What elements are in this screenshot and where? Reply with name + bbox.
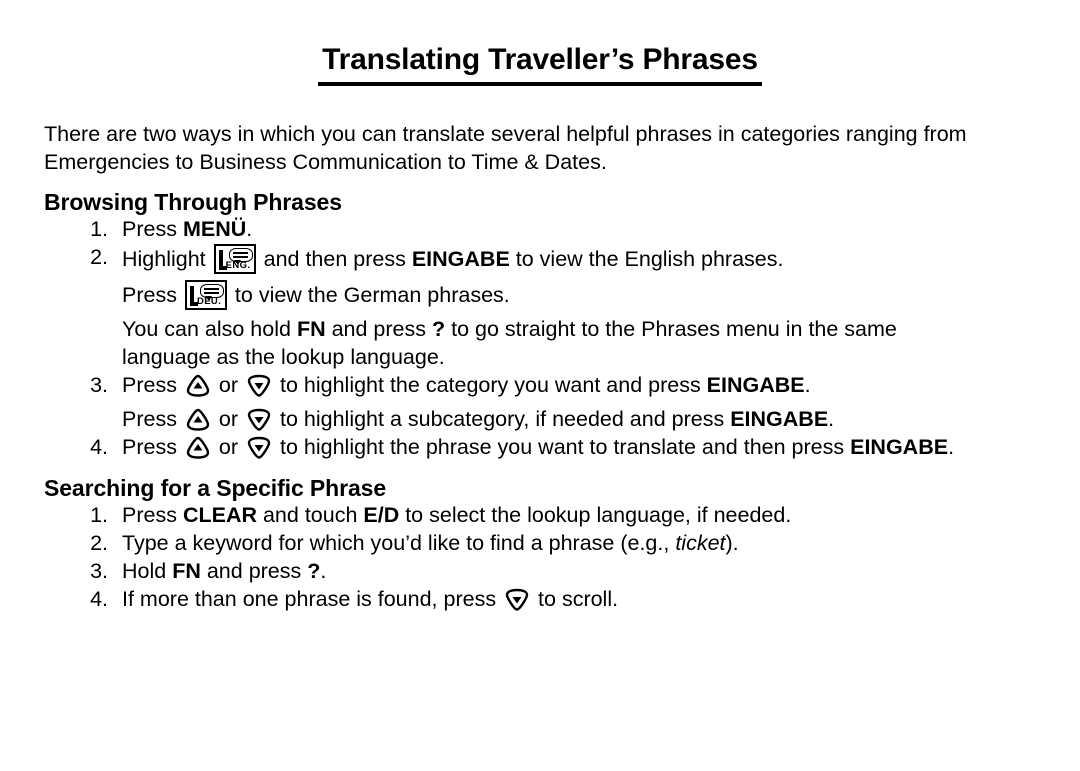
- step-list: 1. Press CLEAR and touch E/D to select th…: [0, 502, 1080, 614]
- text-run: to view the German phrases.: [228, 283, 510, 308]
- step-list: 1. Press MENÜ. 2. Highlight ENG. and then p…: [0, 216, 1080, 462]
- list-item: 3. Press or to highlight the category you…: [0, 372, 958, 434]
- key-icon-deu: DEU.: [184, 280, 227, 311]
- key-icon-eng: ENG.: [213, 244, 256, 275]
- text-run: Press: [122, 503, 183, 528]
- step-text: If more than one phrase is found, press …: [122, 586, 958, 614]
- text-run: Press: [122, 373, 183, 398]
- text-run: and then press: [257, 247, 412, 272]
- step-sub-text: Press or to highlight a subcategory, if …: [122, 406, 958, 434]
- list-item: 2. Highlight ENG. and then press EINGABE …: [0, 244, 958, 372]
- key-icon-label: DEU.: [196, 296, 222, 308]
- step-number: 2.: [90, 531, 108, 555]
- step-number: 4.: [90, 435, 108, 460]
- text-run: or: [212, 407, 245, 432]
- list-item: 4. If more than one phrase is found, pres…: [0, 586, 958, 614]
- page-title: Translating Traveller’s Phrases: [318, 44, 762, 86]
- step-text: Press or to highlight the phrase you wan…: [122, 434, 958, 462]
- text-run: If more than one phrase is found, press: [122, 586, 503, 611]
- text-run: to highlight the category you want and p…: [274, 373, 707, 398]
- text-run: .: [948, 435, 955, 460]
- emphasis-bold: MENÜ: [182, 217, 247, 242]
- text-run: Type a keyword for which you’d like to f…: [122, 531, 676, 555]
- key-icon-l-glyph: [218, 250, 227, 271]
- text-run: Press: [122, 283, 183, 308]
- step-number: 3.: [90, 558, 108, 583]
- emphasis-bold: FN: [296, 317, 326, 342]
- step-sub-text: You can also hold FN and press ? to go s…: [122, 316, 958, 372]
- list-item: 4. Press or to highlight the phrase you w…: [0, 434, 958, 462]
- document-page: Translating Traveller’s Phrases There ar…: [0, 0, 1080, 771]
- down-arrow-key-icon: [246, 436, 272, 459]
- step-text: Type a keyword for which you’d like to f…: [122, 530, 958, 558]
- text-run: .: [804, 373, 811, 398]
- step-sub-text: Press DEU. to view the German phrases.: [122, 280, 958, 311]
- down-arrow-key-icon: [246, 408, 272, 431]
- key-icon-l-glyph: [189, 286, 198, 307]
- text-run: .: [320, 558, 327, 583]
- step-number: 1.: [90, 217, 108, 242]
- step-number: 1.: [90, 503, 108, 528]
- title-container: Translating Traveller’s Phrases: [0, 0, 1080, 106]
- up-arrow-key-icon: [185, 374, 211, 397]
- text-run: and press: [325, 317, 432, 342]
- step-number: 4.: [90, 586, 108, 611]
- text-run: ).: [725, 531, 739, 555]
- section-heading: Browsing Through Phrases: [44, 189, 342, 216]
- text-run: to scroll.: [532, 586, 619, 611]
- text-run: or: [212, 373, 245, 398]
- text-run: Press: [122, 217, 183, 242]
- text-run: Highlight: [122, 247, 212, 272]
- text-run: You can also hold: [122, 317, 297, 342]
- down-arrow-key-icon: [504, 588, 530, 611]
- down-arrow-key-icon: [246, 374, 272, 397]
- emphasis-bold: ?: [307, 558, 321, 583]
- intro-paragraph: There are two ways in which you can tran…: [44, 121, 967, 175]
- step-number: 2.: [90, 245, 108, 270]
- up-arrow-key-icon: [185, 408, 211, 431]
- emphasis-bold: E/D: [363, 503, 400, 528]
- text-run: Hold: [122, 558, 173, 583]
- step-text: Hold FN and press ?.: [122, 558, 958, 586]
- key-icon-label: ENG.: [225, 260, 251, 272]
- text-run: to highlight the phrase you want to tran…: [274, 435, 851, 460]
- step-text: Highlight ENG. and then press EINGABE to…: [122, 244, 958, 275]
- text-run: .: [828, 407, 835, 432]
- step-text: Press or to highlight the category you w…: [122, 372, 958, 400]
- text-run: Press: [122, 407, 183, 432]
- emphasis-bold: CLEAR: [182, 503, 257, 528]
- list-item: 3. Hold FN and press ?.: [0, 558, 958, 586]
- emphasis-bold: EINGABE: [850, 435, 949, 460]
- text-run: .: [246, 217, 253, 242]
- text-run: Press: [122, 435, 183, 460]
- text-run: or: [212, 435, 245, 460]
- sections-container: Browsing Through Phrases 1. Press MENÜ. 2. H…: [0, 189, 1080, 613]
- emphasis-italic: ticket: [675, 531, 726, 555]
- text-run: to select the lookup language, if needed…: [399, 503, 792, 528]
- text-run: and press: [200, 558, 308, 583]
- emphasis-bold: FN: [172, 558, 201, 583]
- text-run: to view the English phrases.: [509, 247, 784, 272]
- list-item: 1. Press CLEAR and touch E/D to select th…: [0, 502, 958, 530]
- text-run: to highlight a subcategory, if needed an…: [274, 407, 731, 432]
- list-item: 1. Press MENÜ.: [0, 216, 958, 244]
- emphasis-bold: EINGABE: [411, 247, 510, 272]
- emphasis-bold: EINGABE: [730, 407, 829, 432]
- text-run: and touch: [257, 503, 364, 528]
- step-text: Press CLEAR and touch E/D to select the …: [122, 502, 958, 530]
- emphasis-bold: ?: [431, 317, 446, 342]
- emphasis-bold: EINGABE: [706, 373, 805, 398]
- list-item: 2. Type a keyword for which you’d like to…: [0, 530, 958, 558]
- up-arrow-key-icon: [185, 436, 211, 459]
- step-number: 3.: [90, 373, 108, 398]
- step-text: Press MENÜ.: [122, 216, 958, 244]
- section-heading: Searching for a Specific Phrase: [44, 475, 387, 502]
